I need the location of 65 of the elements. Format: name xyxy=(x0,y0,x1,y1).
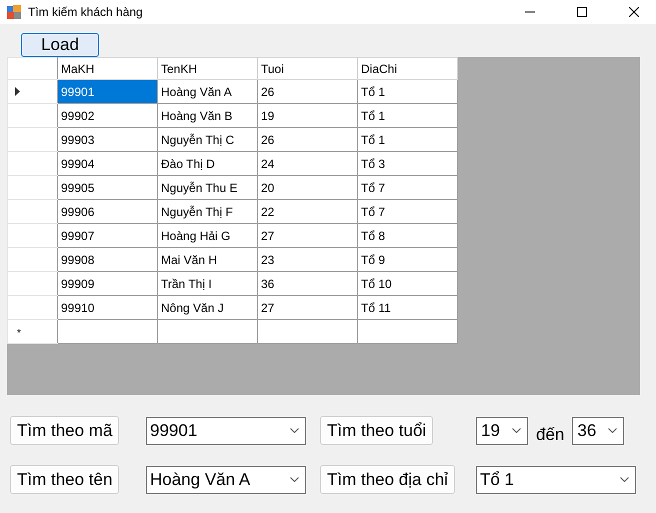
chevron-down-icon xyxy=(620,477,629,482)
table-cell: Tổ 1 xyxy=(358,104,458,128)
table-cell: 99902 xyxy=(58,104,158,128)
table-cell: 99905 xyxy=(58,176,158,200)
table-cell: 99903 xyxy=(58,128,158,152)
column-header[interactable]: DiaChi xyxy=(358,58,458,80)
dropdown[interactable]: Tổ 1 xyxy=(476,466,636,494)
table-cell: Tổ 7 xyxy=(358,200,458,224)
table-cell: Đào Thị D xyxy=(158,152,258,176)
dropdown[interactable]: 36 xyxy=(572,416,624,444)
chevron-down-icon xyxy=(608,428,618,433)
table-cell: 99906 xyxy=(58,200,158,224)
table-cell: Nông Văn J xyxy=(158,296,258,320)
table-cell: 36 xyxy=(258,272,358,296)
table-cell: Tổ 9 xyxy=(358,248,458,272)
table-cell: 20 xyxy=(258,176,358,200)
table-cell: 24 xyxy=(258,152,358,176)
chevron-down-icon xyxy=(290,428,299,433)
table-cell: Hoàng Văn B xyxy=(158,104,258,128)
maximize-icon[interactable] xyxy=(577,7,587,17)
table-cell: Nguyễn Thu E xyxy=(158,176,258,200)
window-title: Tìm kiếm khách hàng xyxy=(28,5,143,19)
table-cell: Hoàng Văn A xyxy=(158,80,258,104)
table-cell: 27 xyxy=(258,296,358,320)
search-button[interactable]: Tìm theo tên xyxy=(10,465,120,494)
new-row-marker: * xyxy=(17,328,21,338)
table-cell: Hoàng Hải G xyxy=(158,224,258,248)
column-header[interactable]: TenKH xyxy=(158,58,258,80)
table-cell: 99908 xyxy=(58,248,158,272)
range-label: đến xyxy=(536,424,564,444)
app-icon xyxy=(7,5,21,19)
table-cell: 26 xyxy=(258,80,358,104)
table-cell: Tổ 1 xyxy=(358,128,458,152)
dropdown[interactable]: 99901 xyxy=(146,416,306,444)
search-button[interactable]: Tìm theo địa chỉ xyxy=(320,465,455,494)
load-button[interactable]: Load xyxy=(21,33,99,57)
search-button[interactable]: Tìm theo mã xyxy=(10,416,120,445)
chevron-down-icon xyxy=(290,477,299,482)
table-cell: 99901 xyxy=(58,80,158,104)
table-cell: 99904 xyxy=(58,152,158,176)
table-cell: Tổ 7 xyxy=(358,176,458,200)
close-icon[interactable] xyxy=(629,7,639,17)
table-cell: 26 xyxy=(258,128,358,152)
table-cell: 99907 xyxy=(58,224,158,248)
table-cell: 22 xyxy=(258,200,358,224)
table-cell: Tổ 3 xyxy=(358,152,458,176)
dropdown[interactable]: 19 xyxy=(476,416,528,444)
column-header[interactable]: Tuoi xyxy=(258,58,358,80)
table-cell: 99910 xyxy=(58,296,158,320)
table-cell: 23 xyxy=(258,248,358,272)
table-cell: Trần Thị I xyxy=(158,272,258,296)
column-header[interactable]: MaKH xyxy=(58,58,158,80)
table-cell: Tổ 8 xyxy=(358,224,458,248)
table-cell: Nguyễn Thị C xyxy=(158,128,258,152)
chevron-down-icon xyxy=(512,428,521,433)
table-cell: Nguyễn Thị F xyxy=(158,200,258,224)
search-button[interactable]: Tìm theo tuổi xyxy=(320,416,434,445)
table-cell: 27 xyxy=(258,224,358,248)
table-cell: Tổ 11 xyxy=(358,296,458,320)
table-cell: Tổ 1 xyxy=(358,80,458,104)
dropdown[interactable]: Hoàng Văn A xyxy=(146,466,306,494)
table-cell: Tổ 10 xyxy=(358,272,458,296)
table-cell: Mai Văn H xyxy=(158,248,258,272)
table-cell: 99909 xyxy=(58,272,158,296)
table-cell: 19 xyxy=(258,104,358,128)
